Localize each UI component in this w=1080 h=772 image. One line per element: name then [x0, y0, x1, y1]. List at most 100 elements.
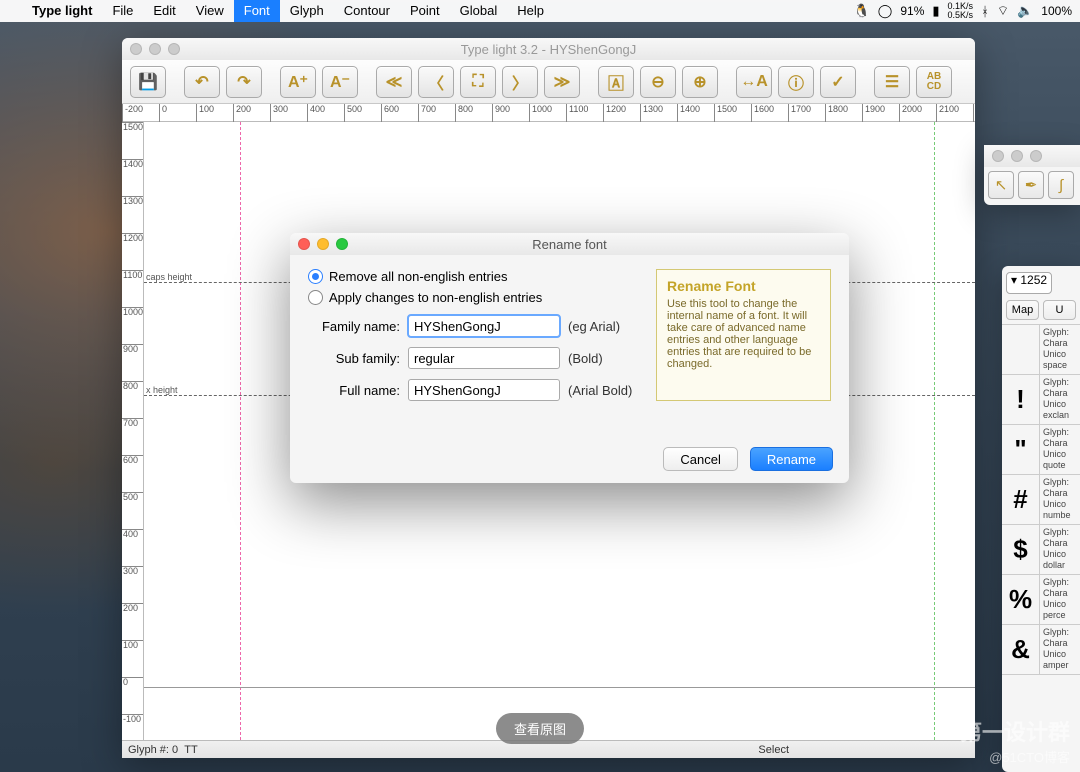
tab-map[interactable]: Map	[1006, 300, 1039, 320]
info-button[interactable]: ⓘ	[778, 66, 814, 98]
sub-family-input[interactable]	[408, 347, 560, 369]
abcd-button[interactable]: ABCD	[916, 66, 952, 98]
menu-view[interactable]: View	[186, 0, 234, 22]
window-titlebar[interactable]: Type light 3.2 - HYShenGongJ	[122, 38, 975, 60]
first-button[interactable]: ≪	[376, 66, 412, 98]
rsb-guide[interactable]	[934, 122, 935, 740]
volume-icon[interactable]: 🔈	[1017, 3, 1033, 19]
glyph-info: Glyph:CharaUnicoexclan	[1040, 375, 1080, 424]
radio-icon[interactable]	[308, 290, 323, 305]
zoom-out-button[interactable]: ⊖	[640, 66, 676, 98]
redo-button[interactable]: ↷	[226, 66, 262, 98]
radio-remove-nonenglish[interactable]: Remove all non-english entries	[308, 269, 638, 284]
info-body: Use this tool to change the internal nam…	[667, 298, 820, 370]
width-button[interactable]: ↔A	[736, 66, 772, 98]
glyph-row[interactable]: %Glyph:CharaUnicoperce	[1002, 575, 1080, 625]
glyph-info: Glyph:CharaUniconumbe	[1040, 475, 1080, 524]
qq-icon[interactable]: 🐧	[854, 3, 870, 19]
rename-font-dialog: Rename font Remove all non-english entri…	[290, 233, 849, 483]
menu-app[interactable]: Type light	[22, 0, 102, 22]
glyph-row[interactable]: &Glyph:CharaUnicoamper	[1002, 625, 1080, 675]
glyph-char: !	[1002, 375, 1040, 424]
watermark: 第一设计群 @51CTO博客	[960, 715, 1070, 766]
find-button[interactable]: ⛶	[460, 66, 496, 98]
caps-label: caps height	[146, 272, 192, 282]
glyph-row[interactable]: "Glyph:CharaUnicoquote	[1002, 425, 1080, 475]
glyph-info: Glyph:CharaUnicospace	[1040, 325, 1080, 374]
tab-u[interactable]: U	[1043, 300, 1076, 320]
curve-tool[interactable]: ∫	[1048, 171, 1074, 199]
menu-global[interactable]: Global	[450, 0, 508, 22]
add-glyph-button[interactable]: A⁺	[280, 66, 316, 98]
menu-edit[interactable]: Edit	[143, 0, 185, 22]
close-icon[interactable]	[992, 150, 1004, 162]
zoom-in-button[interactable]: ⊕	[682, 66, 718, 98]
remove-glyph-button[interactable]: A⁻	[322, 66, 358, 98]
dialog-title: Rename font	[290, 237, 849, 252]
glyph-info: Glyph:CharaUnicoquote	[1040, 425, 1080, 474]
glyph-char: %	[1002, 575, 1040, 624]
glyph-row[interactable]: $Glyph:CharaUnicodollar	[1002, 525, 1080, 575]
pointer-tool[interactable]: ↖	[988, 171, 1014, 199]
network-stats: 0.1K/s0.5K/s	[948, 2, 974, 20]
minimize-icon[interactable]	[1011, 150, 1023, 162]
glyph-row[interactable]: !Glyph:CharaUnicoexclan	[1002, 375, 1080, 425]
horizontal-ruler: -200010020030040050060070080090010001100…	[122, 104, 975, 122]
menu-point[interactable]: Point	[400, 0, 450, 22]
tools-palette[interactable]: ↖ ✒ ∫	[984, 145, 1080, 205]
menu-glyph[interactable]: Glyph	[280, 0, 334, 22]
glyph-info: Glyph:CharaUnicodollar	[1040, 525, 1080, 574]
prev-button[interactable]: 〈	[418, 66, 454, 98]
codepage-dropdown[interactable]: ▾ 1252	[1006, 272, 1052, 294]
next-button[interactable]: 〉	[502, 66, 538, 98]
baseline-guide[interactable]	[144, 687, 975, 688]
glyph-palette[interactable]: ▾ 1252 Map U Glyph:CharaUnicospace!Glyph…	[1002, 266, 1080, 772]
glyph-char: $	[1002, 525, 1040, 574]
glyph-char: "	[1002, 425, 1040, 474]
main-toolbar: 💾 ↶ ↷ A⁺ A⁻ ≪ 〈 ⛶ 〉 ≫ 🄰 ⊖ ⊕ ↔A ⓘ ✓ ☰ ABC…	[122, 60, 975, 104]
full-hint: (Arial Bold)	[568, 383, 632, 398]
family-label: Family name:	[308, 319, 400, 334]
full-name-input[interactable]	[408, 379, 560, 401]
glyph-info: Glyph:CharaUnicoamper	[1040, 625, 1080, 674]
status-tt: TT	[184, 744, 197, 756]
info-panel: Rename Font Use this tool to change the …	[656, 269, 831, 401]
menu-help[interactable]: Help	[507, 0, 554, 22]
fullname-label: Full name:	[308, 383, 400, 398]
rename-button[interactable]: Rename	[750, 447, 833, 471]
menu-font[interactable]: Font	[234, 0, 280, 22]
lsb-guide[interactable]	[240, 122, 241, 740]
sub-hint: (Bold)	[568, 351, 603, 366]
undo-button[interactable]: ↶	[184, 66, 220, 98]
menu-file[interactable]: File	[102, 0, 143, 22]
glyph-row[interactable]: Glyph:CharaUnicospace	[1002, 325, 1080, 375]
bluetooth-icon[interactable]: ᚼ	[981, 4, 989, 19]
save-button[interactable]: 💾	[130, 66, 166, 98]
radio-icon[interactable]	[308, 269, 323, 284]
check-button[interactable]: ✓	[820, 66, 856, 98]
dialog-titlebar[interactable]: Rename font	[290, 233, 849, 255]
radio-apply-nonenglish[interactable]: Apply changes to non-english entries	[308, 290, 638, 305]
glyph-row[interactable]: #Glyph:CharaUniconumbe	[1002, 475, 1080, 525]
family-hint: (eg Arial)	[568, 319, 620, 334]
status-glyph: Glyph #: 0	[128, 744, 178, 756]
window-title: Type light 3.2 - HYShenGongJ	[122, 42, 975, 57]
metrics-button[interactable]: 🄰	[598, 66, 634, 98]
glyph-char	[1002, 325, 1040, 374]
last-button[interactable]: ≫	[544, 66, 580, 98]
glyph-char: #	[1002, 475, 1040, 524]
battery-pct: 100%	[1041, 4, 1072, 18]
vertical-ruler: 1500140013001200110010009008007006005004…	[122, 122, 144, 740]
family-name-input[interactable]	[408, 315, 560, 337]
wifi-icon[interactable]: ⌔	[997, 3, 1009, 19]
menu-contour[interactable]: Contour	[334, 0, 400, 22]
list-button[interactable]: ☰	[874, 66, 910, 98]
glyph-char: &	[1002, 625, 1040, 674]
battery-icon[interactable]: ▮	[932, 3, 939, 19]
zoom-icon[interactable]	[1030, 150, 1042, 162]
glyph-list[interactable]: Glyph:CharaUnicospace!Glyph:CharaUnicoex…	[1002, 324, 1080, 675]
cancel-button[interactable]: Cancel	[663, 447, 737, 471]
pen-tool[interactable]: ✒	[1018, 171, 1044, 199]
macos-menubar: Type light File Edit View Font Glyph Con…	[0, 0, 1080, 22]
view-original-button[interactable]: 查看原图	[496, 713, 584, 744]
